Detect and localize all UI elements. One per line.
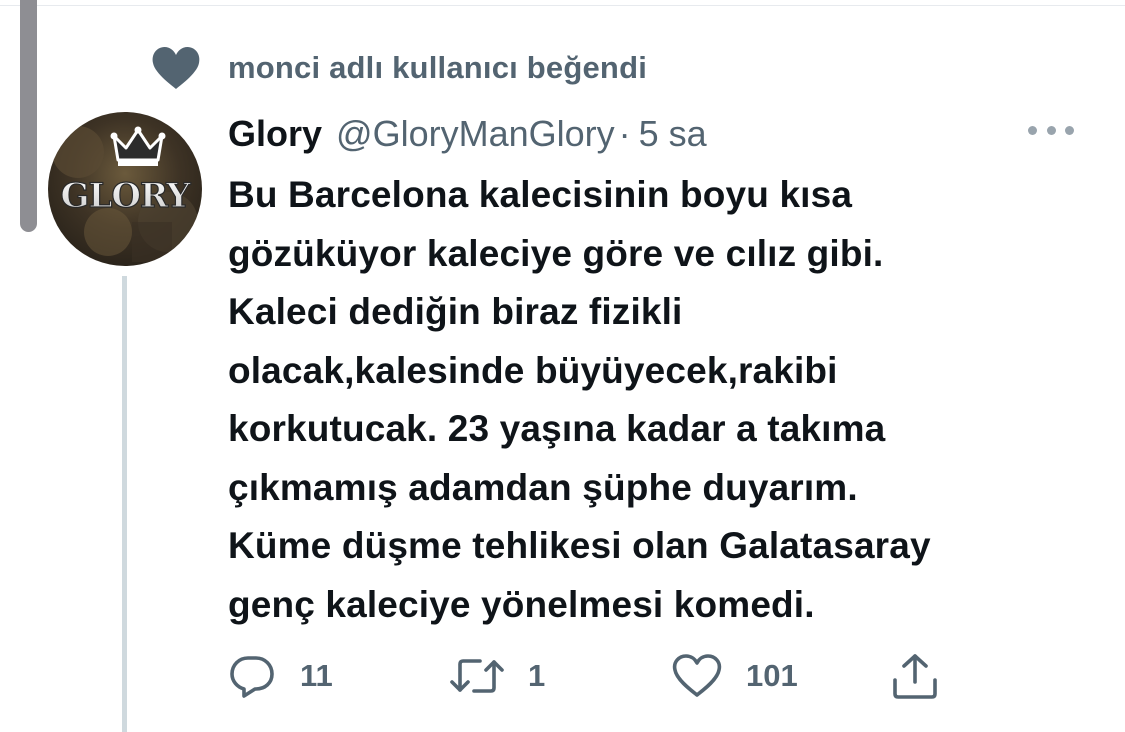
avatar-logo-text: GLORY xyxy=(60,176,191,216)
tweet-text-line: Kaleci dediğin biraz fizikli xyxy=(228,291,683,332)
like-count: 101 xyxy=(746,658,798,693)
retweet-count: 1 xyxy=(528,658,546,693)
reply-count: 11 xyxy=(300,658,333,693)
tweet-text-line: genç kaleciye yönelmesi komedi. xyxy=(228,583,815,625)
heart-filled-icon xyxy=(150,45,202,91)
avatar[interactable]: GLORY xyxy=(48,112,202,266)
like-button[interactable]: 101 xyxy=(672,650,798,702)
display-name[interactable]: Glory xyxy=(228,113,322,155)
tweet-actions: 11 1 101 xyxy=(0,650,1125,702)
tweet-text-line: korkutucak. 23 yaşına kadar a takıma xyxy=(228,408,886,449)
retweet-button[interactable]: 1 xyxy=(450,650,545,702)
top-divider xyxy=(0,5,1125,6)
crown-icon xyxy=(110,126,166,166)
tweet-text-line: Bu Barcelona kalecisinin boyu kısa xyxy=(228,174,853,215)
scrollbar-thumb[interactable] xyxy=(20,0,37,232)
social-context-label: monci adlı kullanıcı beğendi xyxy=(228,50,648,85)
share-icon xyxy=(890,652,940,700)
reply-button[interactable]: 11 xyxy=(228,650,333,702)
share-button[interactable] xyxy=(890,650,940,702)
avatar-image: GLORY xyxy=(52,126,198,262)
more-options-icon[interactable] xyxy=(1028,118,1074,142)
tweet-text-line: gözüküyor kaleciye göre ve cılız gibi. xyxy=(228,232,884,274)
tweet-text: Bu Barcelona kalecisinin boyu kısa gözük… xyxy=(228,166,1088,634)
social-context[interactable]: monci adlı kullanıcı beğendi xyxy=(150,44,647,92)
tweet-header: Glory @GloryManGlory · 5 sa xyxy=(228,108,707,160)
tweet-text-line: olacak,kalesinde büyüyecek,rakibi xyxy=(228,349,838,391)
heart-icon xyxy=(672,653,722,699)
separator-dot: · xyxy=(618,113,631,154)
retweet-icon xyxy=(450,652,504,700)
tweet-text-line: Küme düşme tehlikesi olan Galatasaray xyxy=(228,525,931,566)
timestamp[interactable]: 5 sa xyxy=(639,113,707,155)
reply-icon xyxy=(228,652,276,700)
user-handle[interactable]: @GloryManGlory xyxy=(336,113,615,155)
tweet-text-line: çıkmamış adamdan şüphe duyarım. xyxy=(228,466,858,508)
